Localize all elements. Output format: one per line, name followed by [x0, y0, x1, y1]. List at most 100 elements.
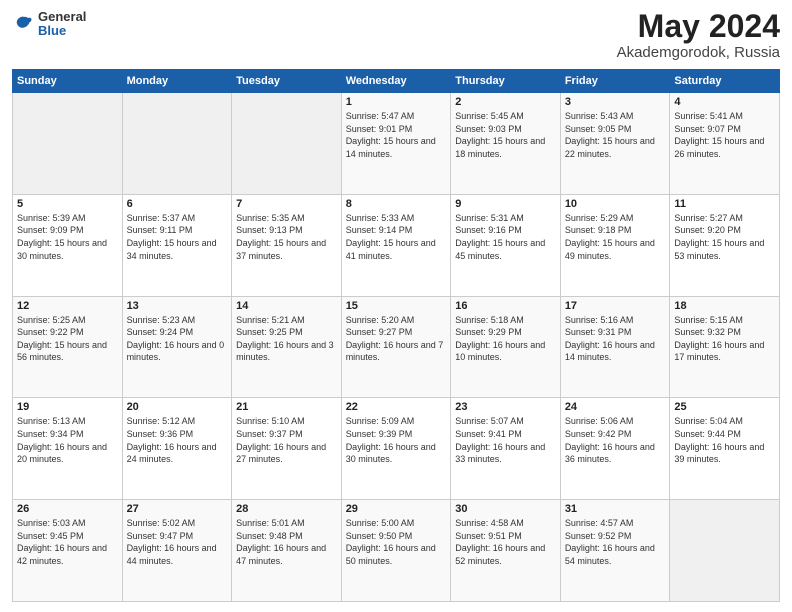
day-detail: Sunrise: 4:58 AMSunset: 9:51 PMDaylight:…: [455, 517, 556, 567]
day-number: 4: [674, 96, 775, 108]
table-row: 9 Sunrise: 5:31 AMSunset: 9:16 PMDayligh…: [451, 194, 561, 296]
day-number: 28: [236, 503, 337, 515]
week-row-1: 5 Sunrise: 5:39 AMSunset: 9:09 PMDayligh…: [13, 194, 780, 296]
day-number: 20: [127, 401, 228, 413]
day-number: 22: [346, 401, 447, 413]
day-number: 23: [455, 401, 556, 413]
table-row: 31 Sunrise: 4:57 AMSunset: 9:52 PMDaylig…: [560, 500, 670, 602]
table-row: 27 Sunrise: 5:02 AMSunset: 9:47 PMDaylig…: [122, 500, 232, 602]
day-number: 16: [455, 300, 556, 312]
day-number: 9: [455, 198, 556, 210]
table-row: 1 Sunrise: 5:47 AMSunset: 9:01 PMDayligh…: [341, 93, 451, 195]
table-row: [122, 93, 232, 195]
table-row: 20 Sunrise: 5:12 AMSunset: 9:36 PMDaylig…: [122, 398, 232, 500]
logo: General Blue: [12, 10, 86, 39]
week-row-0: 1 Sunrise: 5:47 AMSunset: 9:01 PMDayligh…: [13, 93, 780, 195]
day-detail: Sunrise: 5:41 AMSunset: 9:07 PMDaylight:…: [674, 110, 775, 160]
table-row: 15 Sunrise: 5:20 AMSunset: 9:27 PMDaylig…: [341, 296, 451, 398]
day-detail: Sunrise: 5:33 AMSunset: 9:14 PMDaylight:…: [346, 212, 447, 262]
col-friday: Friday: [560, 70, 670, 93]
day-number: 15: [346, 300, 447, 312]
day-detail: Sunrise: 5:01 AMSunset: 9:48 PMDaylight:…: [236, 517, 337, 567]
day-detail: Sunrise: 5:23 AMSunset: 9:24 PMDaylight:…: [127, 314, 228, 364]
page: General Blue May 2024 Akademgorodok, Rus…: [0, 0, 792, 612]
day-number: 26: [17, 503, 118, 515]
week-row-3: 19 Sunrise: 5:13 AMSunset: 9:34 PMDaylig…: [13, 398, 780, 500]
table-row: 23 Sunrise: 5:07 AMSunset: 9:41 PMDaylig…: [451, 398, 561, 500]
day-detail: Sunrise: 5:29 AMSunset: 9:18 PMDaylight:…: [565, 212, 666, 262]
table-row: 18 Sunrise: 5:15 AMSunset: 9:32 PMDaylig…: [670, 296, 780, 398]
day-number: 17: [565, 300, 666, 312]
col-monday: Monday: [122, 70, 232, 93]
day-number: 11: [674, 198, 775, 210]
table-row: 7 Sunrise: 5:35 AMSunset: 9:13 PMDayligh…: [232, 194, 342, 296]
day-detail: Sunrise: 5:43 AMSunset: 9:05 PMDaylight:…: [565, 110, 666, 160]
calendar-title: May 2024: [617, 10, 780, 42]
calendar-header-row: Sunday Monday Tuesday Wednesday Thursday…: [13, 70, 780, 93]
day-number: 3: [565, 96, 666, 108]
header: General Blue May 2024 Akademgorodok, Rus…: [12, 10, 780, 61]
table-row: 11 Sunrise: 5:27 AMSunset: 9:20 PMDaylig…: [670, 194, 780, 296]
day-detail: Sunrise: 5:37 AMSunset: 9:11 PMDaylight:…: [127, 212, 228, 262]
table-row: 17 Sunrise: 5:16 AMSunset: 9:31 PMDaylig…: [560, 296, 670, 398]
day-number: 10: [565, 198, 666, 210]
title-block: May 2024 Akademgorodok, Russia: [617, 10, 780, 61]
logo-bird-icon: [12, 13, 34, 35]
day-detail: Sunrise: 5:12 AMSunset: 9:36 PMDaylight:…: [127, 415, 228, 465]
day-detail: Sunrise: 5:04 AMSunset: 9:44 PMDaylight:…: [674, 415, 775, 465]
table-row: 4 Sunrise: 5:41 AMSunset: 9:07 PMDayligh…: [670, 93, 780, 195]
day-detail: Sunrise: 5:15 AMSunset: 9:32 PMDaylight:…: [674, 314, 775, 364]
day-detail: Sunrise: 5:27 AMSunset: 9:20 PMDaylight:…: [674, 212, 775, 262]
day-number: 25: [674, 401, 775, 413]
table-row: 12 Sunrise: 5:25 AMSunset: 9:22 PMDaylig…: [13, 296, 123, 398]
table-row: 2 Sunrise: 5:45 AMSunset: 9:03 PMDayligh…: [451, 93, 561, 195]
table-row: 24 Sunrise: 5:06 AMSunset: 9:42 PMDaylig…: [560, 398, 670, 500]
table-row: [13, 93, 123, 195]
day-detail: Sunrise: 5:09 AMSunset: 9:39 PMDaylight:…: [346, 415, 447, 465]
table-row: 19 Sunrise: 5:13 AMSunset: 9:34 PMDaylig…: [13, 398, 123, 500]
table-row: 30 Sunrise: 4:58 AMSunset: 9:51 PMDaylig…: [451, 500, 561, 602]
table-row: 6 Sunrise: 5:37 AMSunset: 9:11 PMDayligh…: [122, 194, 232, 296]
logo-general: General: [38, 10, 86, 24]
table-row: [232, 93, 342, 195]
day-detail: Sunrise: 5:03 AMSunset: 9:45 PMDaylight:…: [17, 517, 118, 567]
day-number: 21: [236, 401, 337, 413]
day-detail: Sunrise: 5:35 AMSunset: 9:13 PMDaylight:…: [236, 212, 337, 262]
day-detail: Sunrise: 5:13 AMSunset: 9:34 PMDaylight:…: [17, 415, 118, 465]
table-row: 8 Sunrise: 5:33 AMSunset: 9:14 PMDayligh…: [341, 194, 451, 296]
day-detail: Sunrise: 5:31 AMSunset: 9:16 PMDaylight:…: [455, 212, 556, 262]
day-detail: Sunrise: 5:00 AMSunset: 9:50 PMDaylight:…: [346, 517, 447, 567]
table-row: 29 Sunrise: 5:00 AMSunset: 9:50 PMDaylig…: [341, 500, 451, 602]
day-detail: Sunrise: 5:45 AMSunset: 9:03 PMDaylight:…: [455, 110, 556, 160]
table-row: 14 Sunrise: 5:21 AMSunset: 9:25 PMDaylig…: [232, 296, 342, 398]
day-number: 12: [17, 300, 118, 312]
calendar-location: Akademgorodok, Russia: [617, 44, 780, 61]
day-detail: Sunrise: 5:21 AMSunset: 9:25 PMDaylight:…: [236, 314, 337, 364]
day-detail: Sunrise: 5:06 AMSunset: 9:42 PMDaylight:…: [565, 415, 666, 465]
table-row: 22 Sunrise: 5:09 AMSunset: 9:39 PMDaylig…: [341, 398, 451, 500]
calendar-table: Sunday Monday Tuesday Wednesday Thursday…: [12, 69, 780, 602]
day-number: 30: [455, 503, 556, 515]
col-tuesday: Tuesday: [232, 70, 342, 93]
day-number: 6: [127, 198, 228, 210]
table-row: 3 Sunrise: 5:43 AMSunset: 9:05 PMDayligh…: [560, 93, 670, 195]
table-row: 26 Sunrise: 5:03 AMSunset: 9:45 PMDaylig…: [13, 500, 123, 602]
day-detail: Sunrise: 5:10 AMSunset: 9:37 PMDaylight:…: [236, 415, 337, 465]
day-number: 13: [127, 300, 228, 312]
day-detail: Sunrise: 5:18 AMSunset: 9:29 PMDaylight:…: [455, 314, 556, 364]
day-detail: Sunrise: 5:16 AMSunset: 9:31 PMDaylight:…: [565, 314, 666, 364]
logo-blue: Blue: [38, 24, 86, 38]
col-sunday: Sunday: [13, 70, 123, 93]
day-number: 8: [346, 198, 447, 210]
week-row-2: 12 Sunrise: 5:25 AMSunset: 9:22 PMDaylig…: [13, 296, 780, 398]
day-detail: Sunrise: 5:20 AMSunset: 9:27 PMDaylight:…: [346, 314, 447, 364]
day-detail: Sunrise: 5:02 AMSunset: 9:47 PMDaylight:…: [127, 517, 228, 567]
day-detail: Sunrise: 5:07 AMSunset: 9:41 PMDaylight:…: [455, 415, 556, 465]
day-number: 7: [236, 198, 337, 210]
day-number: 5: [17, 198, 118, 210]
day-detail: Sunrise: 5:25 AMSunset: 9:22 PMDaylight:…: [17, 314, 118, 364]
col-wednesday: Wednesday: [341, 70, 451, 93]
table-row: 28 Sunrise: 5:01 AMSunset: 9:48 PMDaylig…: [232, 500, 342, 602]
day-detail: Sunrise: 5:47 AMSunset: 9:01 PMDaylight:…: [346, 110, 447, 160]
day-number: 14: [236, 300, 337, 312]
